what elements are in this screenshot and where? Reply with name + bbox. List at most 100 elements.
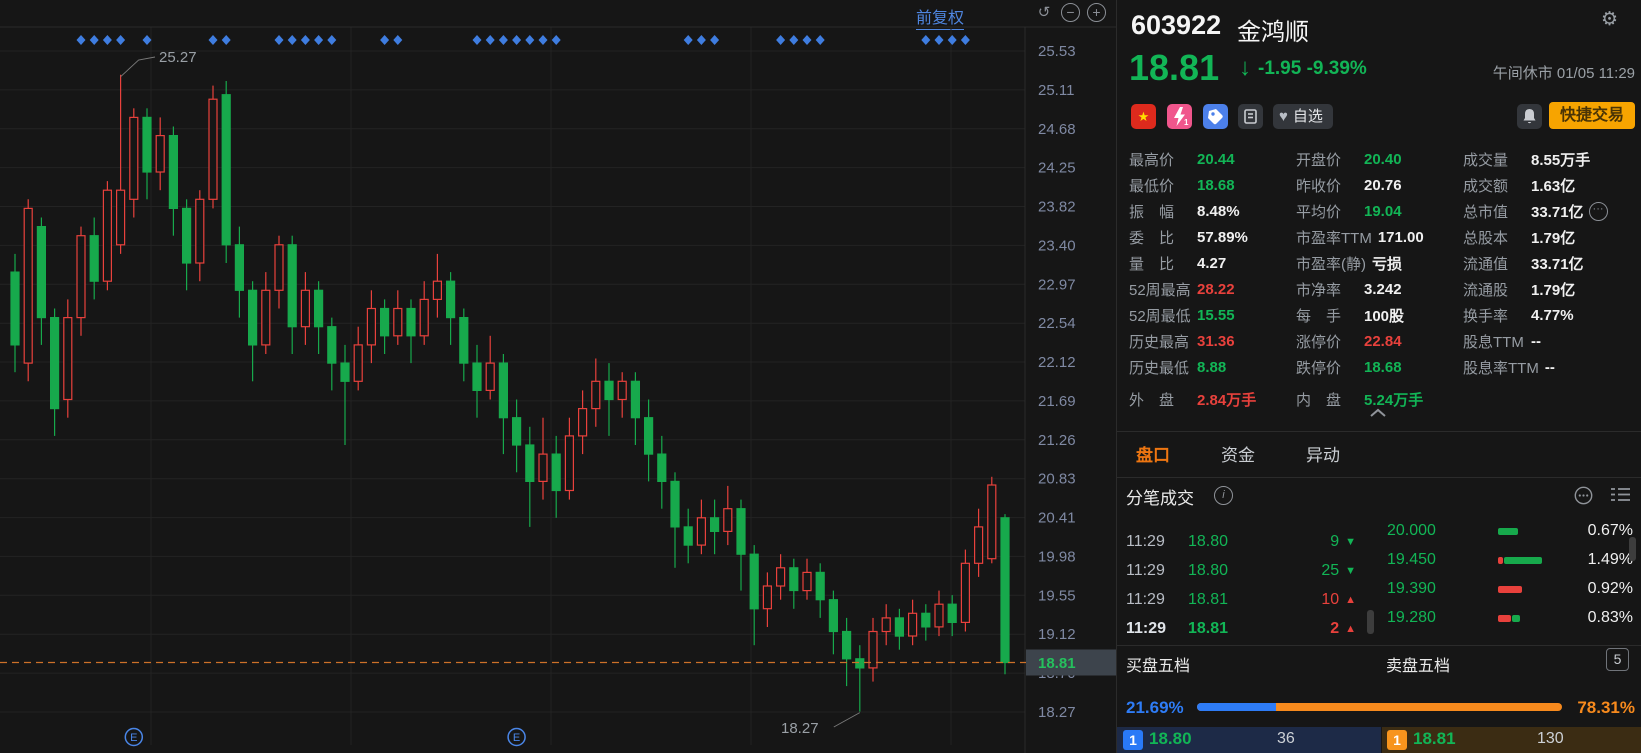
tape-row[interactable]: 11:2918.8110▲ [1126, 585, 1356, 614]
quick-trade-button[interactable]: 快捷交易 [1549, 102, 1635, 129]
stat-row: 市盈率(静)亏损 [1296, 250, 1424, 276]
candle-body [315, 290, 323, 326]
event-diamond-icon[interactable] [222, 35, 231, 45]
event-diamond-icon[interactable] [948, 35, 957, 45]
level-percent: 0.83% [1588, 609, 1633, 627]
event-diamond-icon[interactable] [143, 35, 152, 45]
high-annotation-line [121, 57, 155, 77]
candle-body [394, 309, 402, 336]
stat-row: 每 手100股 [1296, 302, 1424, 328]
event-diamond-icon[interactable] [77, 35, 86, 45]
depth-levels-badge[interactable]: 5 [1606, 648, 1629, 671]
tape-row[interactable]: 11:2918.812▲ [1126, 614, 1356, 643]
stat-row: 成交额1.63亿 [1463, 172, 1608, 198]
bid1-price: 18.80 [1149, 729, 1192, 749]
more-options-icon[interactable] [1574, 486, 1593, 510]
event-diamond-icon[interactable] [301, 35, 310, 45]
settings-gear-icon[interactable]: ⚙ [1601, 8, 1618, 31]
lightning-badge-icon[interactable]: 1 [1167, 104, 1192, 129]
event-diamond-icon[interactable] [473, 35, 482, 45]
candle-body [618, 381, 626, 399]
info-icon[interactable]: i [1214, 486, 1233, 505]
more-info-icon[interactable]: ··· [1589, 202, 1608, 221]
y-axis-label: 24.25 [1038, 160, 1076, 177]
event-diamond-icon[interactable] [275, 35, 284, 45]
event-diamond-icon[interactable] [921, 35, 930, 45]
price-volume-row[interactable]: 19.280 0.83% [1387, 603, 1633, 632]
candle-body [671, 481, 679, 527]
stat-label: 换手率 [1463, 305, 1525, 326]
level-price: 19.280 [1387, 609, 1471, 627]
event-diamond-icon[interactable] [288, 35, 297, 45]
stat-row: 市盈率TTM171.00 [1296, 224, 1424, 250]
ask1-size: 130 [1537, 730, 1564, 748]
trade-lots: 9 [1262, 533, 1339, 551]
stat-row: 开盘价20.40 [1296, 146, 1424, 172]
low-annotation: 18.27 [781, 720, 819, 737]
stat-row: 振 幅8.48% [1129, 198, 1256, 224]
tape-row[interactable]: 11:2918.8025▼ [1126, 556, 1356, 585]
stat-row: 跌停价18.68 [1296, 354, 1424, 380]
stats-column-1: 最高价20.44最低价18.68振 幅8.48%委 比57.89%量 比4.27… [1129, 146, 1256, 412]
lightning-sub: 1 [1184, 118, 1189, 127]
candlestick-chart[interactable]: EE25.5325.1124.6824.2523.8223.4022.9722.… [0, 0, 1116, 753]
list-view-icon[interactable] [1611, 486, 1630, 508]
event-diamond-icon[interactable] [486, 35, 495, 45]
event-diamond-icon[interactable] [525, 35, 534, 45]
event-diamond-icon[interactable] [499, 35, 508, 45]
stat-label: 振 幅 [1129, 201, 1191, 222]
scrollbar-thumb[interactable] [1629, 537, 1636, 561]
tab-movements[interactable]: 异动 [1306, 441, 1340, 466]
event-diamond-icon[interactable] [393, 35, 402, 45]
stat-value: 20.76 [1364, 177, 1402, 194]
stat-value: 15.55 [1197, 307, 1235, 324]
event-diamond-icon[interactable] [380, 35, 389, 45]
stat-value: -- [1531, 333, 1541, 350]
stat-label: 股息TTM [1463, 331, 1525, 352]
ask-level1-row[interactable]: 1 18.81 130 [1382, 727, 1641, 753]
alert-bell-icon[interactable] [1517, 104, 1542, 129]
stat-label: 市盈率(静) [1296, 253, 1366, 274]
event-diamond-icon[interactable] [512, 35, 521, 45]
event-diamond-icon[interactable] [961, 35, 970, 45]
watchlist-chip[interactable]: ♥自选 [1273, 104, 1333, 129]
notes-icon[interactable] [1238, 104, 1263, 129]
collapse-chevron-icon[interactable] [1369, 408, 1387, 418]
event-diamond-icon[interactable] [314, 35, 323, 45]
level-percent: 0.67% [1588, 522, 1633, 540]
tag-icon[interactable] [1203, 104, 1228, 129]
event-diamond-icon[interactable] [209, 35, 218, 45]
stat-label: 成交额 [1463, 175, 1525, 196]
price-volume-row[interactable]: 19.4501.49% [1387, 545, 1633, 574]
event-diamond-icon[interactable] [710, 35, 719, 45]
bid-level1-row[interactable]: 1 18.80 36 [1117, 727, 1381, 753]
event-diamond-icon[interactable] [684, 35, 693, 45]
tab-funds[interactable]: 资金 [1221, 441, 1255, 466]
bid-level-badge: 1 [1123, 730, 1143, 750]
stat-row: 52周最低15.55 [1129, 302, 1256, 328]
tab-order-book[interactable]: 盘口 [1136, 441, 1170, 466]
event-diamond-icon[interactable] [539, 35, 548, 45]
event-diamond-icon[interactable] [816, 35, 825, 45]
event-diamond-icon[interactable] [552, 35, 561, 45]
event-diamond-icon[interactable] [103, 35, 112, 45]
candle-body [724, 509, 732, 532]
event-diamond-icon[interactable] [90, 35, 99, 45]
event-diamond-icon[interactable] [116, 35, 125, 45]
event-diamond-icon[interactable] [803, 35, 812, 45]
candle-body [486, 363, 494, 390]
candle-body [843, 632, 851, 659]
y-axis-label: 18.27 [1038, 704, 1076, 721]
stat-label: 平均价 [1296, 201, 1358, 222]
scrollbar-thumb[interactable] [1367, 610, 1374, 634]
candle-body [935, 604, 943, 627]
price-volume-row[interactable]: 19.3900.92% [1387, 574, 1633, 603]
event-diamond-icon[interactable] [327, 35, 336, 45]
tape-row[interactable]: 11:2918.809▼ [1126, 527, 1356, 556]
price-volume-row[interactable]: 20.0000.67% [1387, 516, 1633, 545]
event-diamond-icon[interactable] [935, 35, 944, 45]
event-diamond-icon[interactable] [789, 35, 798, 45]
event-diamond-icon[interactable] [697, 35, 706, 45]
event-diamond-icon[interactable] [776, 35, 785, 45]
candle-body [183, 208, 191, 263]
